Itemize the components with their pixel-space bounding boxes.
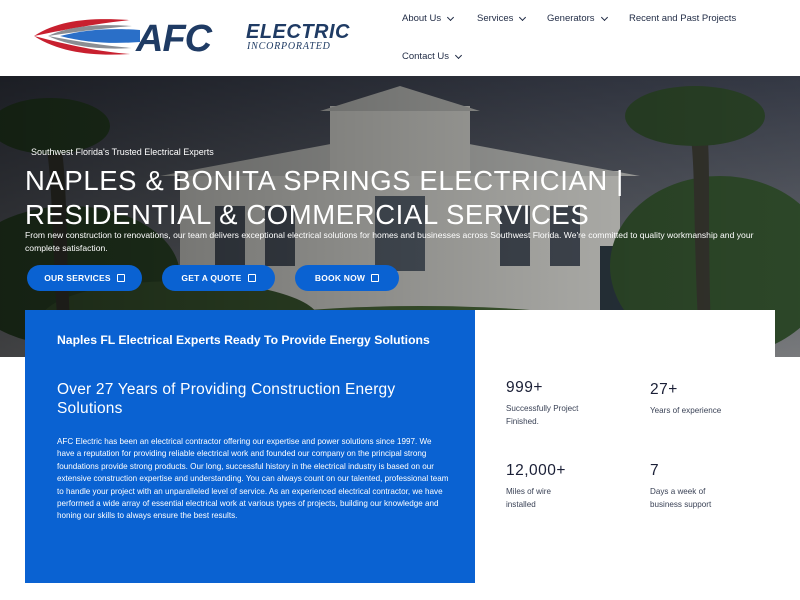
logo-brand-line2: INCORPORATED [246, 41, 331, 52]
get-a-quote-button[interactable]: GET A QUOTE [162, 265, 275, 291]
stats-panel: 999+ Successfully Project Finished. 27+ … [475, 310, 775, 583]
message-icon [247, 274, 256, 282]
nav-item-about-us[interactable]: About Us [402, 13, 455, 24]
chevron-down-icon [447, 13, 455, 21]
nav-label: About Us [402, 13, 442, 24]
about-subheading: Over 27 Years of Providing Construction … [57, 381, 396, 417]
chevron-down-icon [454, 51, 463, 59]
book-now-button[interactable]: BOOK NOW [295, 265, 399, 291]
nav-label: Generators [547, 13, 595, 24]
about-heading: Naples FL Electrical Experts Ready To Pr… [57, 333, 430, 347]
chevron-down-icon [600, 13, 608, 21]
site-header: AFC ELECTRIC INCORPORATED About Us Servi… [0, 0, 800, 76]
calendar-icon [371, 274, 380, 282]
nav-label: Services [477, 13, 514, 24]
about-body: AFC Electric has been an electrical cont… [57, 437, 449, 521]
button-label: OUR SERVICES [44, 273, 111, 283]
stat-label: Years of experience [650, 406, 722, 415]
stat-years: 27+ Years of experience [650, 381, 770, 418]
stat-wire: 12,000+ Miles of wire installed [506, 462, 626, 512]
logo-brand-line1: ELECTRIC [246, 21, 350, 43]
logo-wordmark: AFC [135, 18, 213, 58]
nav-item-generators[interactable]: Generators [547, 13, 608, 24]
stat-label: Successfully Project Finished. [506, 404, 579, 426]
nav-label: Contact Us [402, 51, 449, 62]
stat-value: 999+ [506, 379, 543, 396]
stat-label: Days a week of business support [650, 487, 712, 509]
chevron-down-icon [519, 13, 527, 21]
nav-label: Recent and Past Projects [629, 13, 737, 24]
nav-item-recent-projects[interactable]: Recent and Past Projects [629, 13, 736, 24]
stat-label: Miles of wire installed [506, 487, 551, 509]
hero-eyebrow: Southwest Florida's Trusted Electrical E… [31, 147, 214, 157]
about-panel: Naples FL Electrical Experts Ready To Pr… [25, 310, 475, 583]
hero-title: NAPLES & BONITA SPRINGS ELECTRICIAN | RE… [25, 165, 624, 230]
document-icon [116, 274, 125, 282]
stat-value: 7 [650, 462, 660, 479]
stat-value: 27+ [650, 381, 678, 398]
afc-electric-logo[interactable]: AFC ELECTRIC INCORPORATED [32, 16, 362, 58]
stat-support: 7 Days a week of business support [650, 462, 770, 512]
nav-item-contact-us[interactable]: Contact Us [402, 51, 463, 62]
button-label: BOOK NOW [314, 273, 366, 283]
hero-description: From new construction to renovations, ou… [25, 230, 754, 253]
our-services-button[interactable]: OUR SERVICES [27, 265, 142, 291]
nav-item-services[interactable]: Services [477, 13, 527, 24]
stat-projects: 999+ Successfully Project Finished. [506, 379, 626, 429]
button-label: GET A QUOTE [181, 273, 242, 283]
stat-value: 12,000+ [506, 462, 566, 479]
